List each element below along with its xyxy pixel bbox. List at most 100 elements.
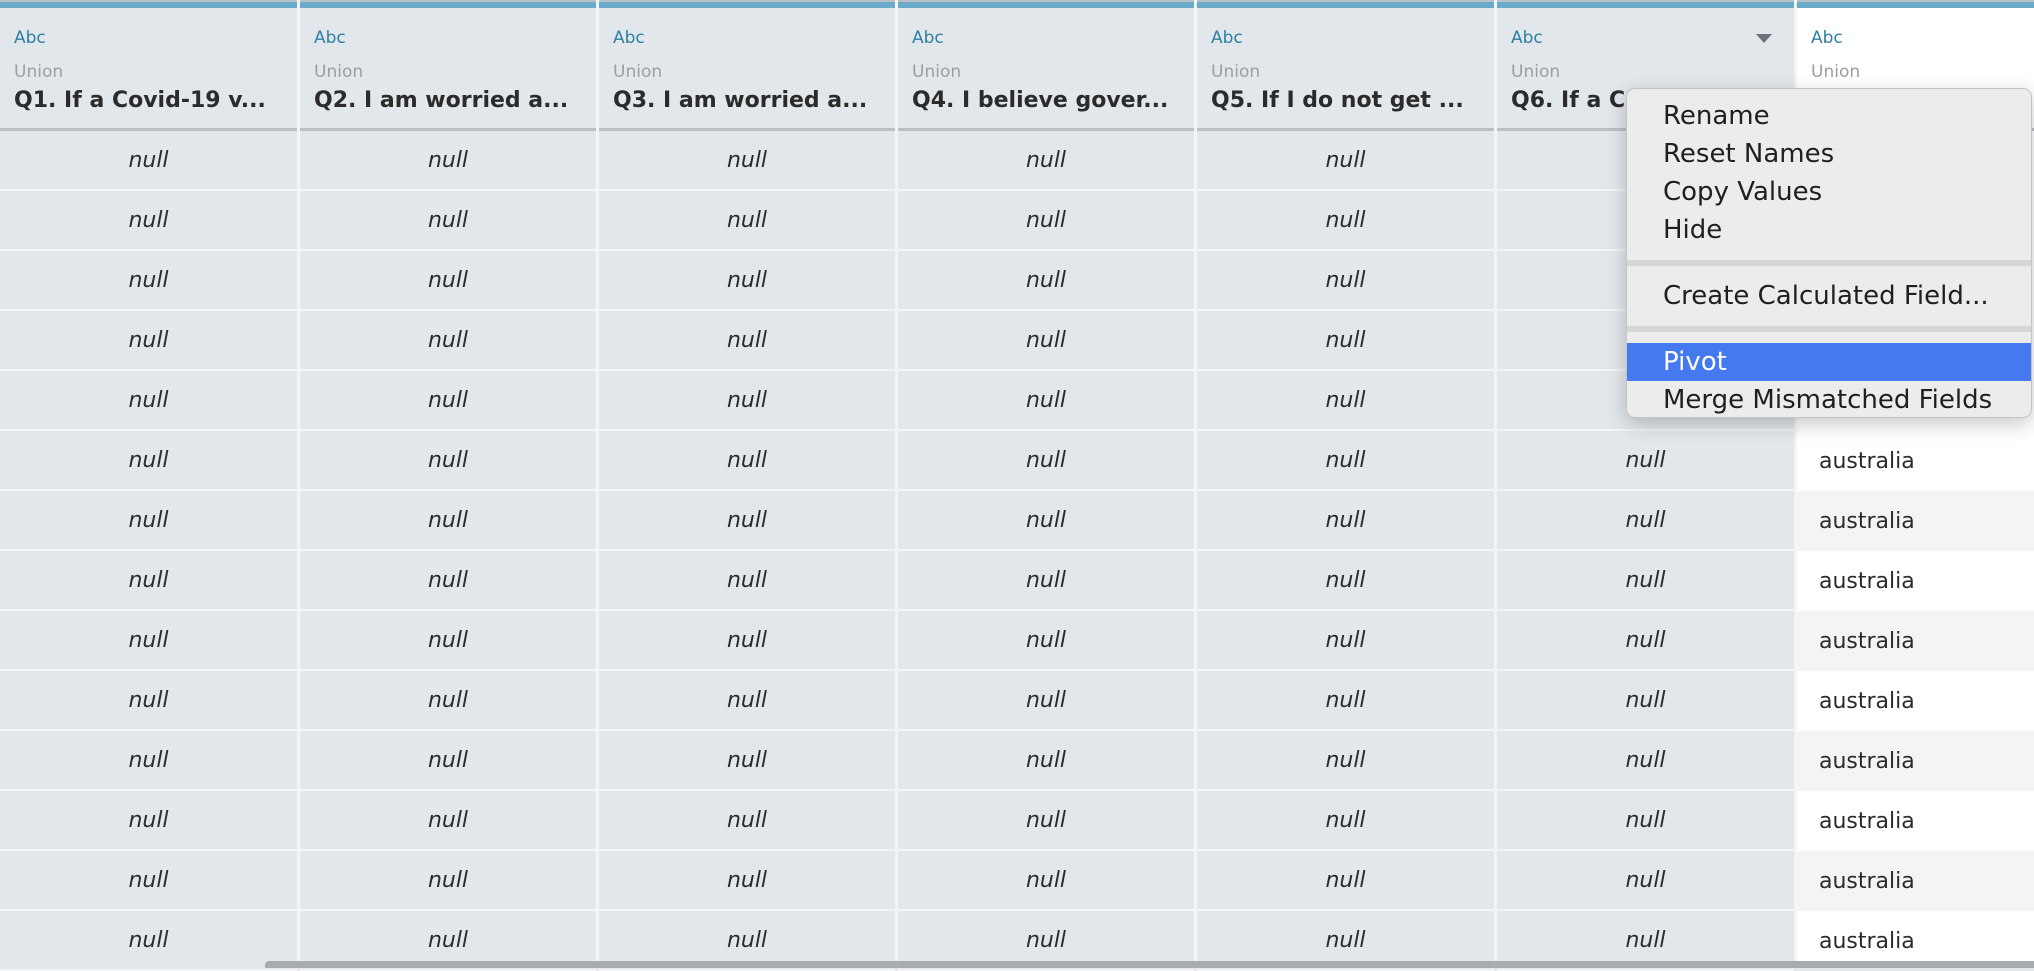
string-type-icon[interactable]: Abc	[314, 28, 346, 48]
table-cell[interactable]: null	[0, 491, 297, 551]
table-cell[interactable]: null	[1197, 731, 1494, 791]
table-cell[interactable]: null	[300, 851, 596, 911]
table-cell[interactable]: null	[300, 731, 596, 791]
table-cell[interactable]: null	[300, 371, 596, 431]
table-cell[interactable]: null	[898, 251, 1194, 311]
menu-item-rename[interactable]: Rename	[1627, 97, 2031, 135]
column-header[interactable]: Abc Union Q5. If I do not get ...	[1197, 8, 1494, 131]
table-cell[interactable]: null	[599, 311, 895, 371]
string-type-icon[interactable]: Abc	[613, 28, 645, 48]
table-cell[interactable]: null	[300, 251, 596, 311]
column-header[interactable]: Abc Union Q2. I am worried a...	[300, 8, 596, 131]
table-cell[interactable]: null	[300, 791, 596, 851]
string-type-icon[interactable]: Abc	[1211, 28, 1243, 48]
menu-item-create-calculated-field[interactable]: Create Calculated Field...	[1627, 277, 2031, 315]
table-cell[interactable]: null	[300, 611, 596, 671]
table-cell[interactable]: null	[1497, 491, 1794, 551]
column-name[interactable]: Q3. I am worried a...	[613, 88, 867, 113]
table-cell[interactable]: australia	[1797, 851, 2034, 911]
table-cell[interactable]: null	[599, 191, 895, 251]
table-cell[interactable]: null	[1197, 191, 1494, 251]
table-cell[interactable]: null	[898, 191, 1194, 251]
table-cell[interactable]: null	[1197, 851, 1494, 911]
column-name[interactable]: Q4. I believe gover...	[912, 88, 1168, 113]
table-cell[interactable]: null	[1197, 791, 1494, 851]
table-cell[interactable]: null	[1197, 611, 1494, 671]
table-cell[interactable]: null	[1497, 851, 1794, 911]
table-cell[interactable]: null	[898, 851, 1194, 911]
table-cell[interactable]: null	[599, 251, 895, 311]
table-cell[interactable]: null	[0, 431, 297, 491]
table-cell[interactable]: null	[0, 191, 297, 251]
table-cell[interactable]: null	[599, 851, 895, 911]
table-cell[interactable]: null	[898, 551, 1194, 611]
table-cell[interactable]: null	[898, 791, 1194, 851]
menu-item-merge-mismatched-fields[interactable]: Merge Mismatched Fields	[1627, 381, 2031, 419]
chevron-down-icon[interactable]	[1756, 34, 1772, 43]
table-cell[interactable]: null	[300, 551, 596, 611]
table-cell[interactable]: australia	[1797, 671, 2034, 731]
table-cell[interactable]: australia	[1797, 611, 2034, 671]
table-cell[interactable]: null	[0, 851, 297, 911]
table-cell[interactable]: null	[0, 671, 297, 731]
table-cell[interactable]: null	[599, 611, 895, 671]
table-cell[interactable]: null	[599, 491, 895, 551]
string-type-icon[interactable]: Abc	[14, 28, 46, 48]
table-cell[interactable]: null	[898, 371, 1194, 431]
column-header[interactable]: Abc Union Q1. If a Covid-19 v...	[0, 8, 297, 131]
menu-item-hide[interactable]: Hide	[1627, 211, 2031, 249]
table-cell[interactable]: null	[0, 311, 297, 371]
table-cell[interactable]: null	[300, 131, 596, 191]
table-cell[interactable]: australia	[1797, 551, 2034, 611]
table-cell[interactable]: null	[0, 131, 297, 191]
table-cell[interactable]: null	[1497, 791, 1794, 851]
table-cell[interactable]: null	[0, 911, 297, 971]
table-cell[interactable]: null	[0, 731, 297, 791]
table-cell[interactable]: null	[898, 611, 1194, 671]
column-name[interactable]: Q6. If a Co	[1511, 88, 1640, 113]
table-cell[interactable]: null	[898, 491, 1194, 551]
table-cell[interactable]: null	[300, 491, 596, 551]
menu-item-reset-names[interactable]: Reset Names	[1627, 135, 2031, 173]
table-cell[interactable]: null	[300, 311, 596, 371]
table-cell[interactable]: null	[599, 371, 895, 431]
table-cell[interactable]: null	[1197, 491, 1494, 551]
table-cell[interactable]: null	[300, 431, 596, 491]
table-cell[interactable]: null	[1497, 551, 1794, 611]
table-cell[interactable]: null	[898, 311, 1194, 371]
table-cell[interactable]: null	[0, 611, 297, 671]
table-cell[interactable]: null	[1497, 731, 1794, 791]
horizontal-scrollbar[interactable]	[265, 961, 2034, 968]
column-name[interactable]: Q5. If I do not get ...	[1211, 88, 1464, 113]
table-cell[interactable]: null	[898, 431, 1194, 491]
column-header[interactable]: Abc Union Q4. I believe gover...	[898, 8, 1194, 131]
table-cell[interactable]: null	[1197, 431, 1494, 491]
table-cell[interactable]: null	[0, 551, 297, 611]
table-cell[interactable]: null	[898, 131, 1194, 191]
table-cell[interactable]: null	[1197, 371, 1494, 431]
table-cell[interactable]: null	[898, 671, 1194, 731]
table-cell[interactable]: null	[599, 131, 895, 191]
string-type-icon[interactable]: Abc	[912, 28, 944, 48]
table-cell[interactable]: null	[599, 431, 895, 491]
table-cell[interactable]: null	[300, 191, 596, 251]
column-name[interactable]: Q2. I am worried a...	[314, 88, 568, 113]
table-cell[interactable]: null	[0, 251, 297, 311]
table-cell[interactable]: australia	[1797, 791, 2034, 851]
table-cell[interactable]: null	[0, 371, 297, 431]
column-header[interactable]: Abc Union Q3. I am worried a...	[599, 8, 895, 131]
table-cell[interactable]: australia	[1797, 491, 2034, 551]
table-cell[interactable]: null	[898, 731, 1194, 791]
table-cell[interactable]: australia	[1797, 731, 2034, 791]
table-cell[interactable]: null	[0, 791, 297, 851]
string-type-icon[interactable]: Abc	[1511, 28, 1543, 48]
table-cell[interactable]: null	[1197, 251, 1494, 311]
column-name[interactable]: Q1. If a Covid-19 v...	[14, 88, 266, 113]
table-cell[interactable]: null	[1497, 611, 1794, 671]
table-cell[interactable]: null	[1197, 551, 1494, 611]
table-cell[interactable]: null	[1497, 671, 1794, 731]
table-cell[interactable]: null	[599, 671, 895, 731]
table-cell[interactable]: null	[300, 671, 596, 731]
table-cell[interactable]: null	[1197, 671, 1494, 731]
table-cell[interactable]: null	[1197, 131, 1494, 191]
